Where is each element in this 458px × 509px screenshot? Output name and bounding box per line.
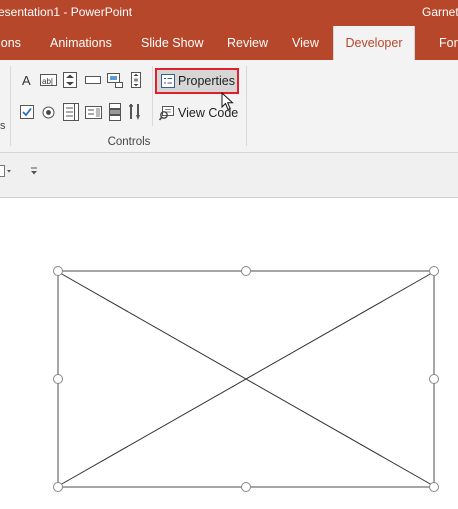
- format-dropdown-icon[interactable]: [0, 163, 17, 179]
- resize-handle: [241, 482, 251, 492]
- textbox-icon[interactable]: ab|: [39, 72, 57, 88]
- slide-canvas[interactable]: [0, 198, 458, 509]
- ribbon-tabs: ions Animations Slide Show Review View D…: [0, 26, 458, 60]
- tab-slide-show[interactable]: Slide Show: [141, 26, 204, 60]
- tab-developer[interactable]: Developer: [333, 26, 415, 60]
- tab-animations[interactable]: Animations: [50, 26, 112, 60]
- tab-review[interactable]: Review: [227, 26, 268, 60]
- view-code-icon: [159, 105, 175, 121]
- user-name[interactable]: Garnet: [422, 5, 458, 19]
- resize-handle: [429, 482, 439, 492]
- properties-icon: [161, 74, 175, 88]
- label-icon[interactable]: A: [19, 72, 35, 88]
- svg-text:A: A: [22, 73, 31, 87]
- command-button-icon[interactable]: [84, 72, 102, 88]
- controls-divider: [152, 66, 153, 126]
- svg-text:ab|: ab|: [42, 77, 53, 86]
- resize-handle: [53, 266, 63, 276]
- combobox-icon[interactable]: [84, 104, 102, 120]
- resize-handle: [53, 374, 63, 384]
- group-divider: [10, 66, 11, 146]
- more-controls-icon[interactable]: [127, 102, 143, 122]
- customize-toolbar-icon[interactable]: [29, 165, 39, 177]
- listbox-icon[interactable]: [62, 102, 80, 122]
- resize-handle: [429, 374, 439, 384]
- properties-label: Properties: [178, 74, 235, 88]
- resize-handle: [429, 266, 439, 276]
- tab-transitions[interactable]: ions: [0, 26, 21, 60]
- option-button-icon[interactable]: [40, 104, 56, 120]
- toggle-button-icon[interactable]: [107, 102, 123, 122]
- group-divider-right: [246, 66, 247, 146]
- previous-group-label-fragment: s: [0, 120, 6, 132]
- title-bar: esentation1 - PowerPoint Garnet: [0, 0, 458, 26]
- tab-view[interactable]: View: [292, 26, 319, 60]
- quick-access-bar: [0, 153, 458, 198]
- image-control-placeholder[interactable]: [0, 198, 458, 509]
- image-icon[interactable]: [106, 72, 124, 88]
- properties-button[interactable]: Properties: [155, 68, 239, 94]
- spin-button-icon[interactable]: [62, 72, 78, 88]
- resize-handle: [241, 266, 251, 276]
- mouse-cursor-icon: [221, 91, 235, 115]
- controls-group-label: Controls: [107, 136, 151, 148]
- checkbox-icon[interactable]: [19, 104, 35, 120]
- tab-format[interactable]: Forr: [439, 26, 458, 60]
- document-title: esentation1 - PowerPoint: [0, 5, 133, 19]
- resize-handle: [53, 482, 63, 492]
- scrollbar-icon[interactable]: [129, 72, 143, 88]
